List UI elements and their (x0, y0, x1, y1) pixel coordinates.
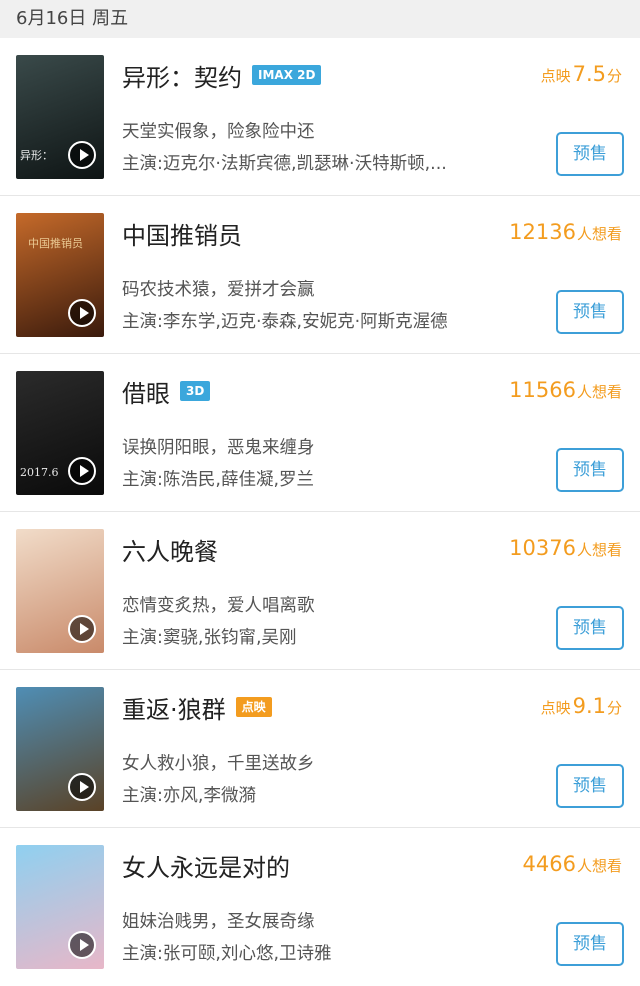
title-row: 六人晚餐 (122, 532, 218, 566)
format-tag: 3D (180, 381, 211, 401)
score-value: 9.1 (572, 694, 606, 718)
presale-button[interactable]: 预售 (556, 448, 624, 492)
score-suffix: 人想看 (576, 225, 622, 243)
poster-caption: 异形： (20, 149, 53, 162)
movie-tagline: 码农技术猿，爱拼才会赢 (122, 280, 315, 300)
movie-tagline: 误换阴阳眼，恶鬼来缠身 (122, 438, 315, 458)
presale-button[interactable]: 预售 (556, 922, 624, 966)
movie-tagline: 姐妹治贱男，圣女展奇缘 (122, 912, 315, 932)
poster-caption: 2017.6 (20, 466, 59, 479)
score-value: 4466 (522, 852, 576, 876)
movie-poster[interactable]: 中国推销员 (16, 213, 104, 337)
title-row: 异形：契约 IMAX 2D (122, 58, 322, 93)
score-value: 12136 (509, 220, 576, 244)
movie-poster[interactable]: 异形： (16, 55, 104, 179)
score-suffix: 人想看 (576, 541, 622, 559)
movie-item[interactable]: 重返·狼群 点映 点映 9.1 分 女人救小狼，千里送故乡 主演:亦风,李微漪 … (0, 670, 640, 828)
poster-caption: 中国推销员 (28, 237, 83, 250)
movie-cast: 主演:迈克尔·法斯宾德,凯瑟琳·沃特斯顿,... (122, 154, 447, 174)
title-row: 中国推销员 (122, 216, 242, 250)
movie-title[interactable]: 异形：契约 (122, 58, 242, 93)
movie-tagline: 女人救小狼，千里送故乡 (122, 754, 315, 774)
score-value: 7.5 (572, 62, 606, 86)
score-suffix: 人想看 (576, 857, 622, 875)
score-label: 点映 (540, 699, 571, 717)
movie-title[interactable]: 六人晚餐 (122, 532, 218, 567)
score-suffix: 分 (606, 699, 622, 717)
movie-title[interactable]: 女人永远是对的 (122, 848, 290, 883)
score-label: 点映 (540, 67, 571, 85)
title-row: 重返·狼群 点映 (122, 690, 272, 724)
date-header: 6月16日 周五 (0, 0, 640, 38)
movie-score: 12136 人想看 (507, 220, 622, 244)
movie-score: 11566 人想看 (507, 378, 622, 402)
movie-cast: 主演:张可颐,刘心悠,卫诗雅 (122, 944, 332, 964)
movie-score: 点映 7.5 分 (541, 62, 622, 86)
movie-item[interactable]: 女人永远是对的 4466 人想看 姐妹治贱男，圣女展奇缘 主演:张可颐,刘心悠,… (0, 828, 640, 986)
play-icon[interactable] (68, 299, 96, 327)
movie-cast: 主演:陈浩民,薛佳凝,罗兰 (122, 470, 315, 490)
play-icon[interactable] (68, 615, 96, 643)
play-icon[interactable] (68, 141, 96, 169)
format-tag: IMAX 2D (252, 65, 322, 85)
movie-item[interactable]: 六人晚餐 10376 人想看 恋情变炙热，爱人唱离歌 主演:窦骁,张钧甯,吴刚 … (0, 512, 640, 670)
presale-button[interactable]: 预售 (556, 290, 624, 334)
score-suffix: 人想看 (576, 383, 622, 401)
score-value: 10376 (509, 536, 576, 560)
play-icon[interactable] (68, 931, 96, 959)
play-icon[interactable] (68, 773, 96, 801)
movie-item[interactable]: 中国推销员 中国推销员 12136 人想看 码农技术猿，爱拼才会赢 主演:李东学… (0, 196, 640, 354)
score-suffix: 分 (606, 67, 622, 85)
presale-button[interactable]: 预售 (556, 606, 624, 650)
movie-title[interactable]: 借眼 (122, 374, 170, 409)
movie-tagline: 天堂实假象，险象险中还 (122, 122, 315, 142)
title-row: 借眼 3D (122, 374, 211, 409)
presale-button[interactable]: 预售 (556, 764, 624, 808)
movie-poster[interactable] (16, 845, 104, 969)
movie-cast: 主演:窦骁,张钧甯,吴刚 (122, 628, 297, 648)
date-label: 6月16日 周五 (16, 8, 129, 29)
movie-title[interactable]: 重返·狼群 (122, 690, 226, 725)
title-row: 女人永远是对的 (122, 848, 290, 882)
presale-button[interactable]: 预售 (556, 132, 624, 176)
movie-cast: 主演:亦风,李微漪 (122, 786, 256, 806)
movie-poster[interactable]: 2017.6 (16, 371, 104, 495)
movie-tagline: 恋情变炙热，爱人唱离歌 (122, 596, 315, 616)
movie-cast: 主演:李东学,迈克·泰森,安妮克·阿斯克渥德 (122, 312, 448, 332)
movie-poster[interactable] (16, 529, 104, 653)
movie-poster[interactable] (16, 687, 104, 811)
movie-list: 异形： 异形：契约 IMAX 2D 点映 7.5 分 天堂实假象，险象险中还 主… (0, 38, 640, 986)
preview-tag: 点映 (235, 697, 272, 717)
play-icon[interactable] (68, 457, 96, 485)
movie-score: 点映 9.1 分 (541, 694, 622, 718)
movie-score: 4466 人想看 (521, 852, 622, 876)
movie-score: 10376 人想看 (507, 536, 622, 560)
movie-title[interactable]: 中国推销员 (122, 216, 242, 251)
score-value: 11566 (509, 378, 576, 402)
movie-item[interactable]: 2017.6 借眼 3D 11566 人想看 误换阴阳眼，恶鬼来缠身 主演:陈浩… (0, 354, 640, 512)
movie-item[interactable]: 异形： 异形：契约 IMAX 2D 点映 7.5 分 天堂实假象，险象险中还 主… (0, 38, 640, 196)
